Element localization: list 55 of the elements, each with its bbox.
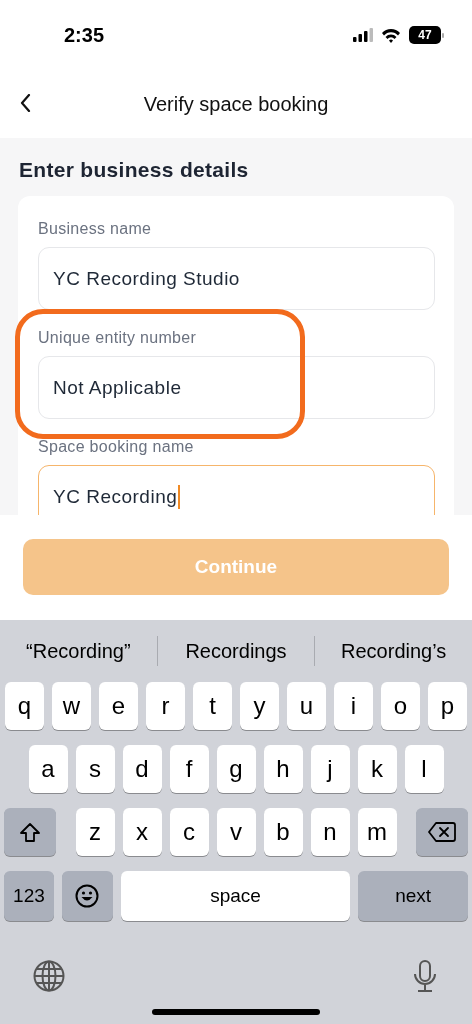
key[interactable]: p — [428, 682, 467, 730]
key[interactable]: k — [357, 745, 397, 793]
key[interactable]: c — [169, 808, 209, 856]
battery-level: 47 — [409, 26, 441, 44]
delete-icon — [428, 822, 456, 842]
screen-title: Verify space booking — [143, 92, 329, 116]
key[interactable]: m — [357, 808, 397, 856]
microphone-icon[interactable] — [412, 960, 438, 992]
text-field[interactable]: YC Recording Studio — [38, 247, 435, 310]
key[interactable]: h — [263, 745, 303, 793]
emoji-icon — [75, 884, 100, 908]
key[interactable]: u — [287, 682, 326, 730]
key[interactable]: q — [5, 682, 44, 730]
text-field[interactable]: Not Applicable — [38, 356, 435, 419]
emoji-key[interactable] — [61, 871, 113, 921]
key[interactable]: s — [75, 745, 115, 793]
field-label: Space booking name — [38, 438, 195, 457]
suggestion[interactable]: Recording’s — [315, 639, 472, 663]
clock-time: 2:35 — [64, 23, 105, 47]
key[interactable]: y — [240, 682, 279, 730]
field-label: Business name — [38, 220, 153, 239]
key[interactable]: z — [75, 808, 115, 856]
key[interactable]: x — [122, 808, 162, 856]
back-button[interactable] — [20, 94, 31, 112]
key[interactable]: o — [381, 682, 420, 730]
text-cursor — [178, 484, 181, 509]
key[interactable]: f — [169, 745, 209, 793]
shift-icon — [19, 821, 41, 843]
key[interactable]: e — [99, 682, 138, 730]
space-key[interactable]: space — [120, 871, 351, 921]
key[interactable]: d — [122, 745, 162, 793]
key[interactable]: t — [193, 682, 232, 730]
delete-key[interactable] — [416, 808, 468, 856]
key[interactable]: g — [216, 745, 256, 793]
back-icon — [20, 94, 31, 112]
key[interactable]: r — [146, 682, 185, 730]
field-label: Unique entity number — [38, 329, 198, 348]
numbers-key[interactable]: 123 — [4, 871, 54, 921]
section-heading: Enter business details — [19, 158, 250, 182]
suggestion[interactable]: Recordings — [157, 639, 315, 663]
key[interactable]: v — [216, 808, 256, 856]
wifi-icon — [381, 27, 401, 43]
shift-key[interactable] — [4, 808, 56, 856]
key[interactable]: n — [310, 808, 350, 856]
key[interactable]: l — [404, 745, 444, 793]
text-field[interactable]: YC Recording — [38, 465, 435, 515]
key[interactable]: j — [310, 745, 350, 793]
signal-icon — [353, 28, 373, 42]
suggestion[interactable]: “Recording” — [0, 639, 157, 663]
key[interactable]: b — [263, 808, 303, 856]
key[interactable]: i — [334, 682, 373, 730]
globe-icon[interactable] — [33, 960, 65, 992]
key[interactable]: w — [52, 682, 91, 730]
key[interactable]: a — [28, 745, 68, 793]
next-key[interactable]: next — [358, 871, 468, 921]
